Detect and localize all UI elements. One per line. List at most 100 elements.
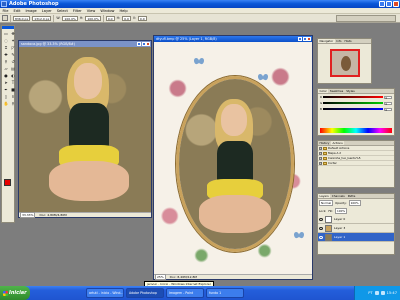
zoom-tool-icon[interactable]: ⚲ (10, 100, 16, 106)
brush-tool-icon[interactable]: ✎ (10, 51, 16, 57)
fill-field[interactable]: 100% (335, 208, 348, 214)
menu-window[interactable]: Window (98, 8, 117, 14)
menu-image[interactable]: Image (23, 8, 39, 14)
tab-color[interactable]: Color (318, 89, 329, 93)
tab-actions[interactable]: Actions (330, 141, 345, 145)
angle-field[interactable]: 0.0 (105, 15, 115, 21)
layer-row[interactable]: Layer 0 (318, 215, 394, 224)
document-window-sandoca: sandoca.jpg @ 33.3% (RGB/8#) 33.33% Doc:… (18, 40, 152, 218)
check-icon[interactable]: ✓ (319, 156, 322, 160)
menu-filter[interactable]: Filter (70, 8, 84, 14)
canvas-floral-frame[interactable] (154, 42, 312, 274)
red-slider[interactable] (322, 96, 383, 98)
menu-help[interactable]: Help (117, 8, 130, 14)
hand-tool-icon[interactable]: ✋ (3, 100, 9, 106)
zoom-field[interactable]: 33.33% (20, 212, 36, 218)
check-icon[interactable]: ✓ (319, 146, 322, 150)
blue-value-field[interactable]: 0 (384, 107, 392, 112)
clone-stamp-tool-icon[interactable]: ⚲ (3, 58, 9, 64)
tab-swatches[interactable]: Swatches (328, 89, 344, 93)
lasso-tool-icon[interactable]: ◌ (3, 37, 9, 43)
zoom-field[interactable]: 25% (155, 274, 166, 280)
red-value-field[interactable]: 0 (384, 95, 392, 100)
type-tool-icon[interactable]: T (10, 79, 16, 85)
minimize-button[interactable] (379, 1, 385, 7)
eyedropper-tool-icon[interactable]: ⌽ (10, 93, 16, 99)
minimize-button[interactable] (298, 36, 302, 41)
layer-row[interactable]: Layer 3 (318, 224, 394, 233)
h-skew-field[interactable]: 0.0 (122, 15, 131, 21)
crop-tool-icon[interactable]: ⌗ (3, 44, 9, 50)
x-field[interactable]: 836.0 px (13, 15, 31, 21)
v-skew-field[interactable]: 0.0 (137, 15, 147, 21)
blend-mode-select[interactable]: Normal (319, 200, 334, 206)
eye-icon[interactable] (319, 226, 323, 230)
menu-view[interactable]: View (84, 8, 98, 14)
tool-preset-icon[interactable] (2, 15, 8, 21)
photo-subject (49, 57, 129, 207)
pen-tool-icon[interactable]: ✒ (3, 86, 9, 92)
taskbar-item-folder[interactable]: fundo 1 (206, 288, 244, 298)
canvas-photo[interactable] (19, 47, 151, 213)
healing-brush-tool-icon[interactable]: ✚ (3, 51, 9, 57)
color-spectrum[interactable] (320, 128, 392, 133)
notes-tool-icon[interactable]: ▯ (3, 93, 9, 99)
document-controls (137, 41, 150, 46)
eye-icon[interactable] (319, 217, 323, 221)
y-field[interactable]: 1312.0 px (32, 15, 52, 21)
opacity-field[interactable]: 100% (348, 200, 361, 206)
close-button[interactable] (307, 36, 311, 41)
tab-paths[interactable]: Paths (346, 194, 357, 198)
tab-navigator[interactable]: Navigator (318, 39, 335, 43)
width-field[interactable]: 100.0% (62, 15, 78, 21)
close-button[interactable] (393, 1, 399, 7)
start-button[interactable]: Iniciar (0, 286, 30, 300)
tab-histogram[interactable]: Histo (343, 39, 353, 43)
maximize-button[interactable] (386, 1, 392, 7)
taskbar-item-photoshop[interactable]: Adobe Photoshop (126, 288, 164, 298)
check-icon[interactable]: ✓ (319, 161, 322, 165)
slice-tool-icon[interactable]: ◸ (10, 44, 16, 50)
tab-info[interactable]: Info (335, 39, 343, 43)
menu-file[interactable]: File (0, 8, 11, 14)
tab-layers[interactable]: Layers (318, 194, 331, 198)
green-value-field[interactable]: 0 (384, 101, 392, 106)
tray-icon[interactable] (374, 291, 379, 295)
action-row[interactable]: ✓ Cortar (318, 161, 394, 166)
close-button[interactable] (146, 41, 150, 46)
menu-edit[interactable]: Edit (11, 8, 23, 14)
language-indicator[interactable]: PT (368, 291, 372, 295)
path-selection-tool-icon[interactable]: ➤ (3, 79, 9, 85)
tab-styles[interactable]: Styles (345, 89, 356, 93)
layer-row-selected[interactable]: Layer 1 (318, 233, 394, 242)
volume-icon[interactable] (380, 291, 385, 295)
menu-select[interactable]: Select (54, 8, 70, 14)
blur-tool-icon[interactable]: ● (3, 72, 9, 78)
maximize-button[interactable] (141, 41, 146, 46)
menu-layer[interactable]: Layer (39, 8, 54, 14)
height-field[interactable]: 100.0% (85, 15, 101, 21)
maximize-button[interactable] (302, 36, 307, 41)
palette-well[interactable] (336, 15, 396, 22)
dodge-tool-icon[interactable]: ◐ (10, 72, 16, 78)
move-tool-icon[interactable]: ✥ (10, 30, 16, 36)
taskbar-item-browser[interactable]: artuti - inicio - Wind... (86, 288, 124, 298)
tab-channels[interactable]: Channels (330, 194, 346, 198)
gradient-tool-icon[interactable]: ▤ (10, 65, 16, 71)
magic-wand-tool-icon[interactable]: ✦ (10, 37, 16, 43)
minimize-button[interactable] (137, 41, 141, 46)
foreground-color-swatch[interactable] (4, 179, 11, 186)
framed-photo (179, 79, 291, 249)
eraser-tool-icon[interactable]: ▱ (3, 65, 9, 71)
eye-icon[interactable] (319, 235, 323, 239)
action-label: Cortar (328, 161, 337, 165)
navigator-preview[interactable] (330, 49, 360, 77)
blue-slider[interactable] (322, 108, 383, 110)
taskbar-item-paint[interactable]: Imagem - Paint (166, 288, 204, 298)
green-slider[interactable] (323, 102, 383, 104)
history-brush-tool-icon[interactable]: ↺ (10, 58, 16, 64)
check-icon[interactable]: ✓ (319, 151, 322, 155)
shape-tool-icon[interactable]: ■ (10, 86, 16, 92)
marquee-tool-icon[interactable]: ▭ (3, 30, 9, 36)
tab-history[interactable]: History (318, 141, 331, 145)
